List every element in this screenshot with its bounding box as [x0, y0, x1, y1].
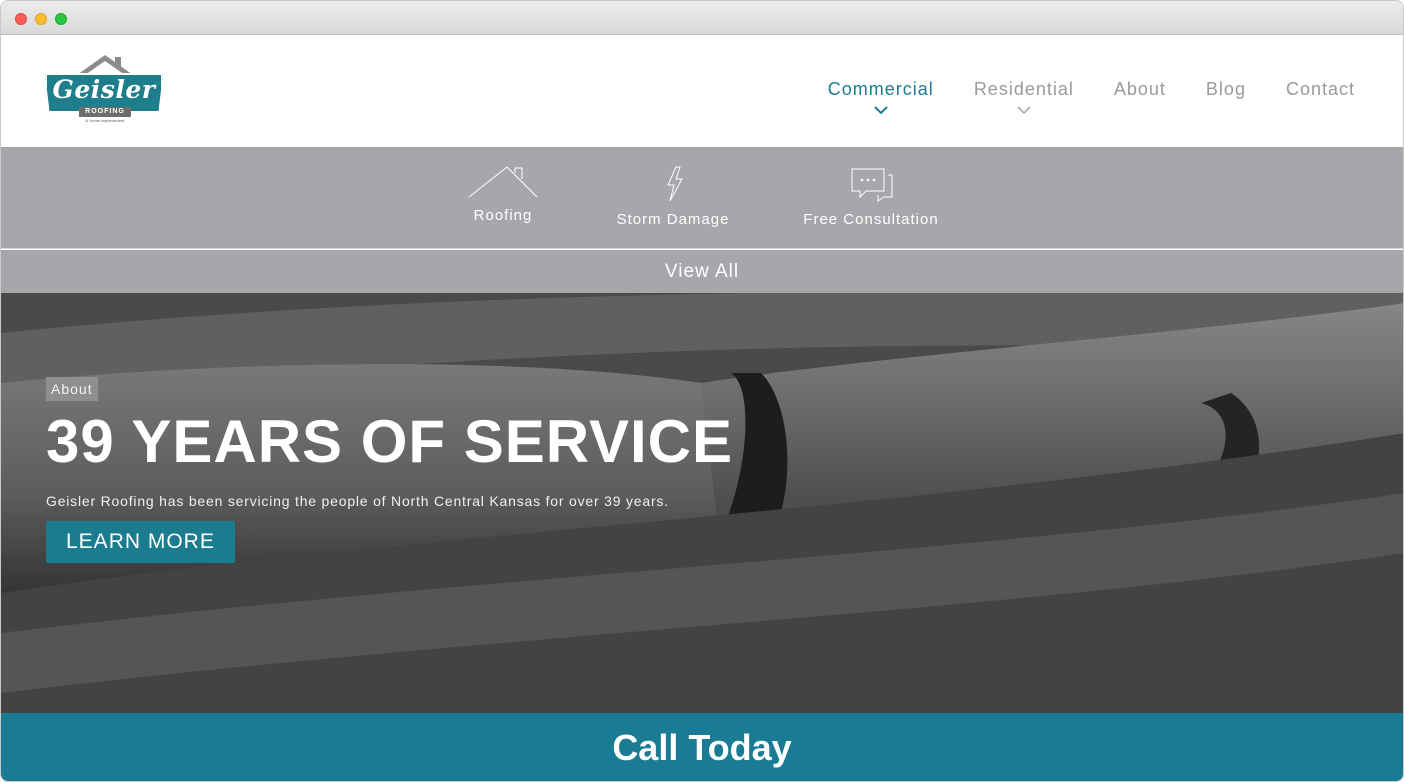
nav-residential-label: Residential [973, 79, 1074, 99]
service-free-consultation[interactable]: Free Consultation [801, 165, 941, 228]
maximize-window-button[interactable] [55, 13, 67, 25]
nav-commercial-label: Commercial [827, 79, 934, 99]
nav-about[interactable]: About [1114, 79, 1166, 115]
nav-blog[interactable]: Blog [1206, 79, 1246, 115]
logo-subtitle: ROOFING [79, 107, 131, 117]
hero-description: Geisler Roofing has been servicing the p… [46, 493, 669, 509]
nav-about-label: About [1113, 79, 1166, 99]
hero-content: About 39 YEARS OF SERVICE Geisler Roofin… [46, 377, 733, 563]
site-header: Geisler ROOFING & Home Improvement Comme… [1, 35, 1403, 147]
hero-banner: About 39 YEARS OF SERVICE Geisler Roofin… [1, 293, 1403, 713]
house-roof-icon [468, 166, 538, 198]
browser-window: Geisler ROOFING & Home Improvement Comme… [0, 0, 1404, 782]
chat-bubbles-icon [851, 168, 893, 202]
nav-residential[interactable]: Residential [974, 79, 1074, 115]
logo-tagline: & Home Improvement [85, 118, 125, 123]
nav-contact[interactable]: Contact [1286, 79, 1355, 115]
main-nav: Commercial Residential About Blog Contac… [788, 79, 1355, 115]
services-subnav: Roofing Storm Damage Free Consultation [1, 147, 1403, 249]
minimize-window-button[interactable] [35, 13, 47, 25]
chevron-down-icon [874, 106, 888, 115]
service-storm-damage-label: Storm Damage [616, 211, 730, 228]
service-roofing[interactable]: Roofing [463, 165, 543, 224]
site-logo[interactable]: Geisler ROOFING & Home Improvement [45, 51, 165, 127]
learn-more-button[interactable]: LEARN MORE [46, 521, 235, 563]
hero-tag: About [46, 377, 98, 401]
service-roofing-label: Roofing [473, 207, 533, 224]
service-free-consultation-label: Free Consultation [803, 211, 939, 228]
nav-contact-label: Contact [1285, 79, 1355, 99]
view-all-link[interactable]: View All [1, 250, 1403, 293]
close-window-button[interactable] [15, 13, 27, 25]
hero-title: 39 YEARS OF SERVICE [46, 408, 734, 475]
nav-commercial[interactable]: Commercial [828, 79, 934, 115]
nav-blog-label: Blog [1205, 79, 1246, 99]
logo-brand: Geisler [52, 75, 156, 104]
call-today-banner[interactable]: Call Today [1, 713, 1403, 781]
service-storm-damage[interactable]: Storm Damage [613, 165, 733, 228]
lightning-icon [667, 166, 683, 202]
window-titlebar [1, 1, 1403, 35]
chevron-down-icon [1017, 106, 1031, 115]
